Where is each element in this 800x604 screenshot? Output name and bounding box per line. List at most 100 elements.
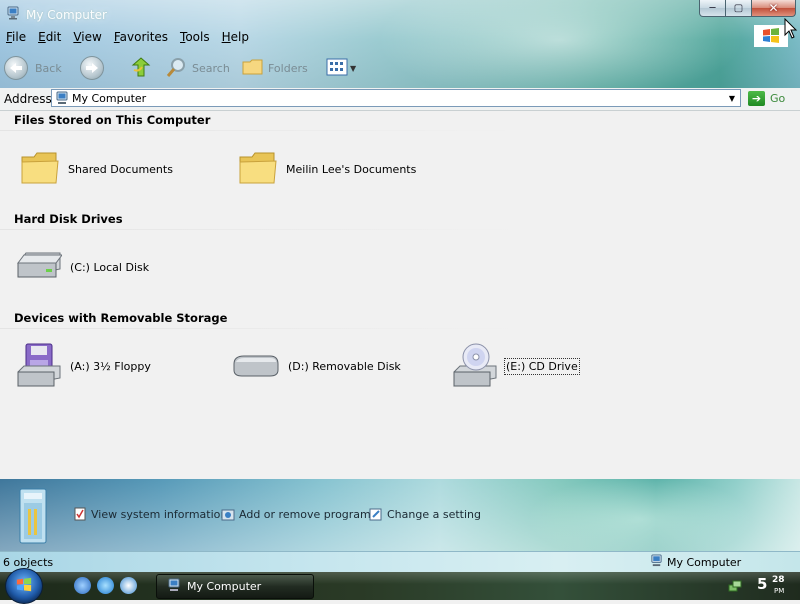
item-meilin-documents[interactable]: Meilin Lee's Documents [238, 145, 416, 193]
up-button[interactable] [130, 52, 152, 84]
task-change-setting[interactable]: Change a setting [369, 507, 481, 521]
views-grid-icon [326, 58, 348, 79]
cd-drive-icon [452, 342, 498, 391]
menu-help[interactable]: Help [216, 28, 255, 46]
windows-start-icon [15, 577, 33, 596]
item-removable-d[interactable]: (D:) Removable Disk [232, 342, 401, 390]
clock-ampm: PM [774, 587, 785, 595]
title-bar[interactable]: My Computer ─ ▢ ✕ [0, 0, 800, 28]
network-icon[interactable] [728, 579, 742, 596]
task-view-system-info[interactable]: View system information [73, 507, 227, 521]
computer-icon [167, 578, 181, 595]
item-floppy-a[interactable]: (A:) 3½ Floppy [16, 342, 151, 390]
computer-icon [650, 554, 663, 570]
folder-icon [20, 149, 60, 190]
menu-edit[interactable]: Edit [32, 28, 67, 46]
item-label: (D:) Removable Disk [288, 359, 401, 373]
menu-tools[interactable]: Tools [174, 28, 216, 46]
taskbar: My Computer 5 28 PM [0, 568, 800, 604]
search-label: Search [192, 61, 230, 75]
menu-view[interactable]: View [67, 28, 107, 46]
item-label: (C:) Local Disk [70, 260, 150, 274]
group-header-removable: Devices with Removable Storage [14, 311, 228, 325]
settings-icon [369, 507, 383, 521]
item-label: (E:) CD Drive [504, 357, 580, 375]
search-icon [166, 56, 188, 81]
clock-hour[interactable]: 5 [757, 575, 767, 593]
task-label: Add or remove programs [239, 507, 377, 521]
address-bar: Address My Computer ▼ ➔ Go [0, 88, 800, 111]
clock-minutes: 28 [772, 575, 785, 585]
computer-icon [55, 91, 69, 108]
views-button[interactable]: ▼ [326, 52, 356, 84]
file-list: Files Stored on This Computer Shared Doc… [0, 111, 800, 479]
quicklaunch-desktop-icon[interactable] [74, 577, 91, 594]
window-chrome: My Computer ─ ▢ ✕ File Edit View Favorit… [0, 0, 800, 88]
forward-button[interactable] [80, 52, 104, 84]
forward-arrow-icon [80, 56, 104, 80]
hard-disk-icon [16, 251, 63, 284]
address-field[interactable]: My Computer ▼ [51, 89, 741, 107]
item-label: Meilin Lee's Documents [286, 162, 417, 176]
mouse-cursor-icon [784, 17, 798, 43]
taskbar-item-label: My Computer [187, 580, 262, 593]
explorer-window: My Computer ─ ▢ ✕ File Edit View Favorit… [0, 0, 800, 572]
status-location-label: My Computer [667, 555, 742, 569]
back-arrow-icon [4, 56, 28, 80]
close-button[interactable]: ✕ [752, 0, 796, 17]
go-label: Go [770, 92, 786, 105]
computer-icon [6, 6, 20, 20]
group-divider [0, 328, 520, 329]
floppy-drive-icon [16, 342, 62, 391]
task-label: Change a setting [387, 507, 481, 521]
menu-favorites[interactable]: Favorites [108, 28, 174, 46]
start-button[interactable] [5, 568, 43, 604]
window-title: My Computer [26, 8, 107, 22]
item-cd-drive-e[interactable]: (E:) CD Drive [452, 342, 580, 391]
removable-disk-icon [232, 350, 280, 383]
minimize-icon: ─ [709, 2, 716, 14]
menu-file[interactable]: File [0, 28, 32, 46]
status-location: My Computer [650, 554, 741, 570]
group-divider [0, 130, 520, 131]
group-header-hard-disks: Hard Disk Drives [14, 212, 123, 226]
address-label: Address [4, 92, 52, 106]
quicklaunch-media-icon[interactable] [120, 577, 137, 594]
maximize-button[interactable]: ▢ [726, 0, 752, 17]
maximize-icon: ▢ [733, 2, 744, 14]
search-button[interactable]: Search [166, 52, 230, 84]
task-label: View system information [91, 507, 228, 521]
back-label: Back [35, 61, 62, 75]
computer-large-icon [16, 485, 50, 548]
item-label: Shared Documents [68, 162, 173, 176]
item-local-disk-c[interactable]: (C:) Local Disk [16, 243, 149, 291]
toolbar: Back Search Folders ▼ [0, 52, 800, 84]
taskbar-item-my-computer[interactable]: My Computer [156, 574, 314, 599]
system-info-icon [73, 507, 87, 521]
folders-icon [242, 57, 264, 80]
status-object-count: 6 objects [3, 556, 54, 569]
status-bar: 6 objects My Computer [0, 551, 800, 572]
group-header-files: Files Stored on This Computer [14, 113, 211, 127]
item-shared-documents[interactable]: Shared Documents [20, 145, 173, 193]
group-divider [0, 229, 520, 230]
folder-icon [238, 149, 278, 190]
back-button[interactable]: Back [4, 52, 62, 84]
item-label: (A:) 3½ Floppy [70, 359, 151, 373]
programs-icon [221, 507, 235, 521]
details-pane: View system information Add or remove pr… [0, 479, 800, 551]
task-add-remove-programs[interactable]: Add or remove programs [221, 507, 377, 521]
go-arrow-icon: ➔ [748, 91, 765, 106]
close-icon: ✕ [768, 1, 779, 15]
address-dropdown-icon[interactable]: ▼ [724, 90, 740, 106]
window-controls: ─ ▢ ✕ [699, 0, 796, 17]
quicklaunch-ie-icon[interactable] [97, 577, 114, 594]
address-value: My Computer [72, 92, 147, 105]
go-button[interactable]: ➔ Go [748, 91, 785, 106]
up-folder-icon [130, 56, 152, 81]
folders-label: Folders [268, 61, 308, 75]
menu-bar: File Edit View Favorites Tools Help [0, 28, 760, 46]
views-dropdown-icon: ▼ [350, 63, 357, 73]
folders-button[interactable]: Folders [242, 52, 308, 84]
minimize-button[interactable]: ─ [699, 0, 726, 17]
